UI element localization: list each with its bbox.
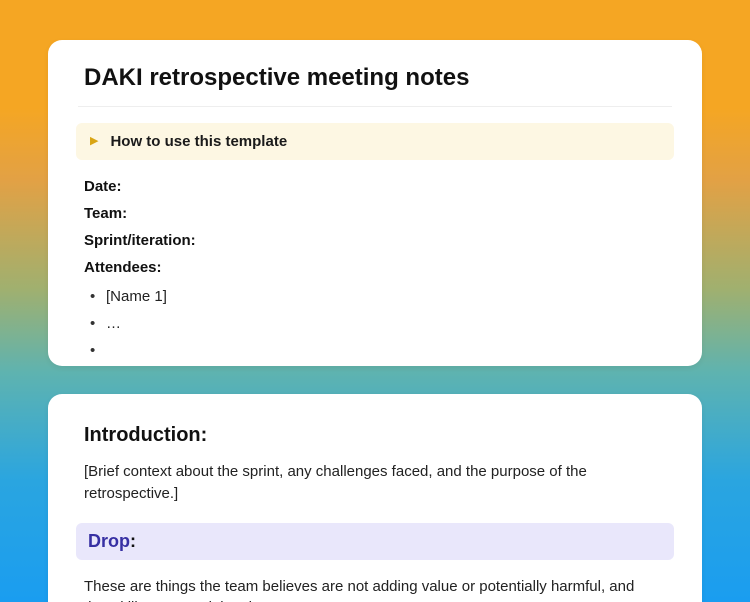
drop-label: Drop [88,531,130,551]
introduction-body[interactable]: [Brief context about the sprint, any cha… [84,461,666,505]
drop-banner: Drop: [76,523,674,560]
field-team[interactable]: Team: [84,205,666,222]
how-to-use-callout[interactable]: ▶ How to use this template [76,123,674,160]
page-title: DAKI retrospective meeting notes [78,64,672,107]
list-item[interactable]: [Name 1] [84,286,666,307]
introduction-heading: Introduction: [84,424,666,447]
drop-body[interactable]: These are things the team believes are n… [84,576,666,602]
callout-text: How to use this template [110,133,287,150]
drop-colon: : [130,531,136,551]
field-sprint[interactable]: Sprint/iteration: [84,232,666,249]
field-attendees[interactable]: Attendees: [84,259,666,276]
notes-card-header: DAKI retrospective meeting notes ▶ How t… [48,40,702,366]
attendees-list: [Name 1] … [84,286,666,334]
disclosure-triangle-icon: ▶ [90,136,98,147]
list-item[interactable]: … [84,313,666,334]
notes-card-body: Introduction: [Brief context about the s… [48,394,702,602]
field-date[interactable]: Date: [84,178,666,195]
